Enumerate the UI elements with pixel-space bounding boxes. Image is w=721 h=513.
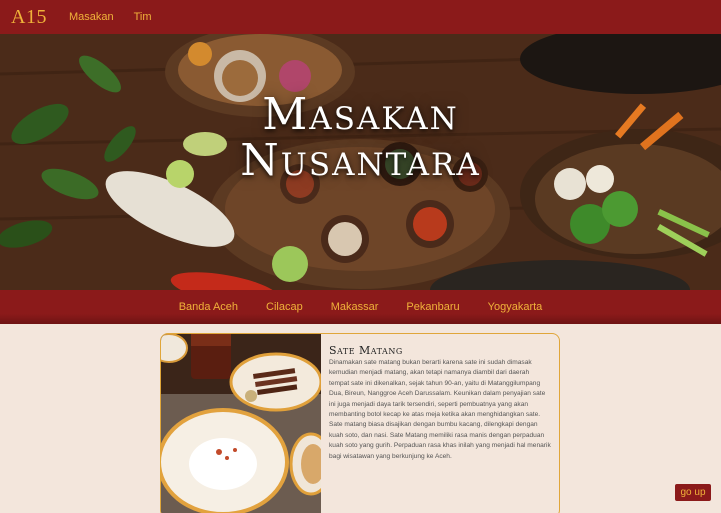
food-image-sate-matang	[161, 334, 333, 513]
hero-title-line-1: Masakan	[262, 89, 459, 140]
food-card-sate-matang: Sate Matang Dinamakan sate matang bukan …	[160, 333, 560, 513]
food-card-title: Sate Matang	[329, 344, 403, 357]
site-logo[interactable]: A15	[11, 6, 47, 29]
nav-link-masakan[interactable]: Masakan	[69, 11, 114, 23]
top-navbar: A15 Masakan Tim	[0, 0, 721, 34]
city-link-pekanbaru[interactable]: Pekanbaru	[406, 301, 459, 313]
nav-link-tim[interactable]: Tim	[134, 11, 152, 23]
hero-title-line-2: Nusantara	[240, 135, 481, 186]
city-link-yogyakarta[interactable]: Yogyakarta	[488, 301, 543, 313]
food-card-description: Dinamakan sate matang bukan berarti kare…	[329, 359, 551, 460]
city-navbar: Banda Aceh Cilacap Makassar Pekanbaru Yo…	[0, 290, 721, 324]
city-link-cilacap[interactable]: Cilacap	[266, 301, 303, 313]
city-link-makassar[interactable]: Makassar	[331, 301, 379, 313]
hero-title: Masakan Nusantara	[0, 92, 721, 184]
hero-banner: Masakan Nusantara	[0, 34, 721, 290]
go-up-button[interactable]: go up	[675, 484, 711, 501]
city-link-banda-aceh[interactable]: Banda Aceh	[179, 301, 238, 313]
